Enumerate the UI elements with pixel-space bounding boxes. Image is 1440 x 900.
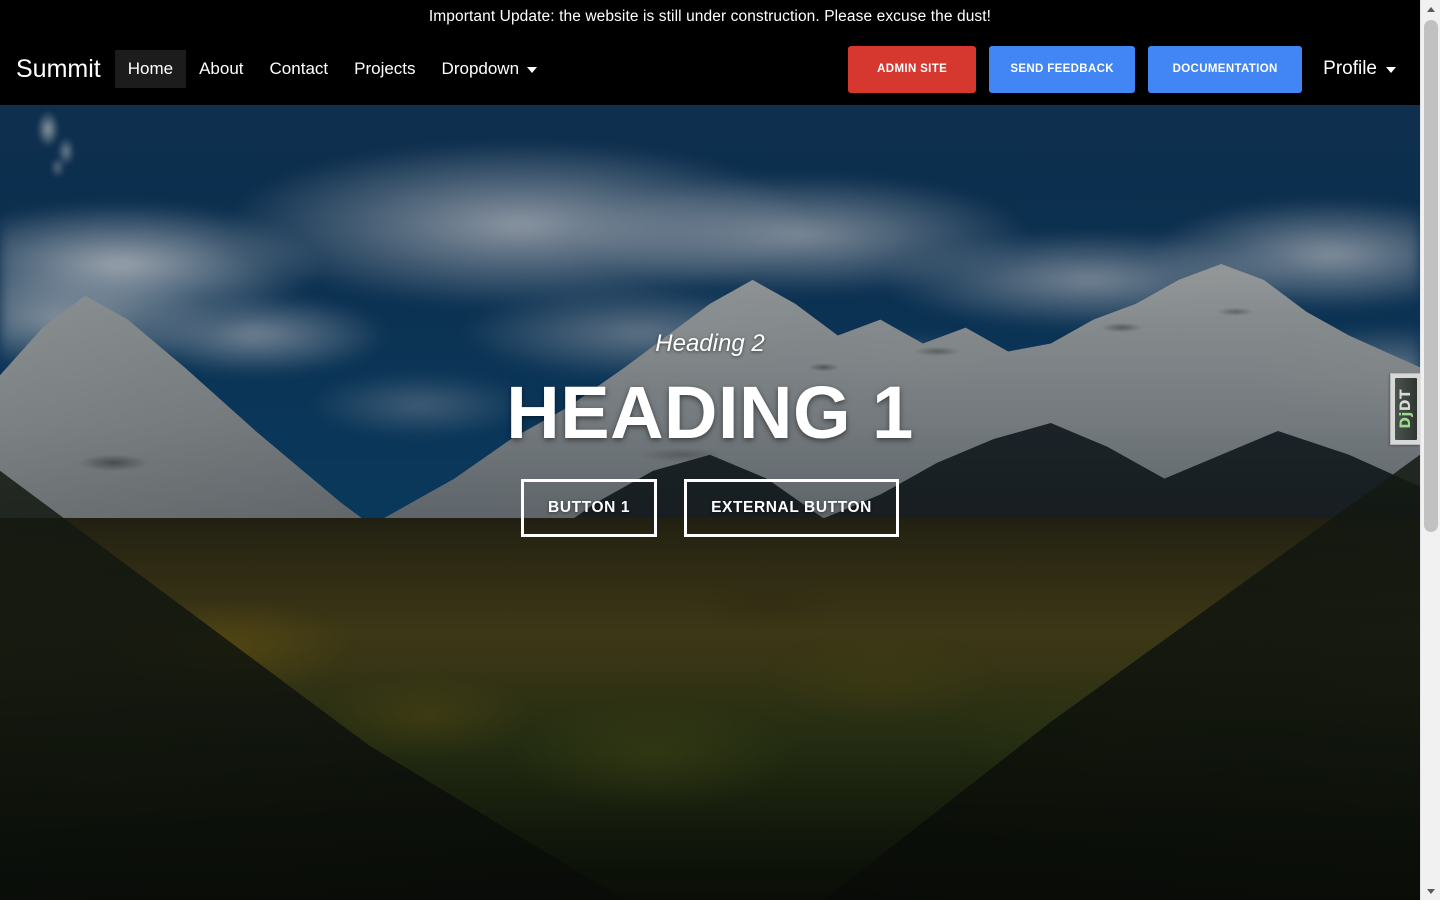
hero-subheading: Heading 2 (655, 330, 765, 357)
chevron-down-icon (527, 67, 538, 73)
django-debug-toolbar-handle[interactable]: DjDT (1390, 373, 1420, 445)
main-navbar: Summit Home About Contact Projects Dropd… (0, 33, 1420, 105)
hero-heading: HEADING 1 (506, 370, 914, 454)
nav-item-dropdown-label: Dropdown (441, 59, 520, 78)
nav-item-dropdown[interactable]: Dropdown (429, 50, 551, 88)
browser-scrollbar[interactable] (1420, 0, 1440, 900)
nav-item-about[interactable]: About (186, 50, 256, 88)
scrollbar-down-arrow[interactable] (1421, 882, 1440, 900)
nav-item-about-label: About (199, 59, 244, 78)
nav-item-contact-label: Contact (269, 59, 329, 78)
chevron-down-icon (1386, 67, 1396, 73)
send-feedback-button[interactable]: SEND FEEDBACK (989, 45, 1136, 93)
nav-item-contact[interactable]: Contact (257, 50, 342, 88)
admin-site-button[interactable]: ADMIN SITE (848, 45, 977, 93)
nav-item-projects-label: Projects (354, 59, 416, 78)
triangle-up-icon (1427, 6, 1435, 12)
browser-viewport: Important Update: the website is still u… (0, 0, 1420, 900)
scrollbar-thumb[interactable] (1424, 20, 1438, 532)
brand-logo[interactable]: Summit (16, 55, 101, 84)
djdt-label-dj: Dj (1397, 411, 1414, 429)
djdt-handle-label: DjDT (1397, 389, 1414, 429)
announcement-text: Important Update: the website is still u… (428, 7, 992, 25)
djdt-handle-inner: DjDT (1394, 378, 1417, 440)
navbar-actions: ADMIN SITE SEND FEEDBACK DOCUMENTATION P… (848, 45, 1404, 93)
profile-menu-label: Profile (1323, 58, 1377, 79)
scrollbar-up-arrow[interactable] (1421, 0, 1440, 18)
documentation-button[interactable]: DOCUMENTATION (1148, 45, 1303, 93)
nav-links-list: Home About Contact Projects Dropdown (114, 50, 551, 88)
nav-item-home-label: Home (127, 59, 174, 78)
announcement-banner: Important Update: the website is still u… (0, 0, 1420, 33)
nav-item-projects[interactable]: Projects (341, 50, 428, 88)
hero-external-button[interactable]: EXTERNAL BUTTON (684, 478, 899, 537)
triangle-down-icon (1427, 888, 1435, 894)
hero-primary-button[interactable]: BUTTON 1 (521, 478, 658, 537)
hero-section: Heading 2 HEADING 1 BUTTON 1 EXTERNAL BU… (0, 105, 1420, 900)
djdt-label-dt: DT (1397, 389, 1414, 412)
hero-button-group: BUTTON 1 EXTERNAL BUTTON (0, 478, 1420, 537)
nav-item-home[interactable]: Home (114, 50, 187, 88)
hero-content: Heading 2 HEADING 1 BUTTON 1 EXTERNAL BU… (0, 330, 1420, 537)
profile-menu[interactable]: Profile (1315, 52, 1400, 86)
